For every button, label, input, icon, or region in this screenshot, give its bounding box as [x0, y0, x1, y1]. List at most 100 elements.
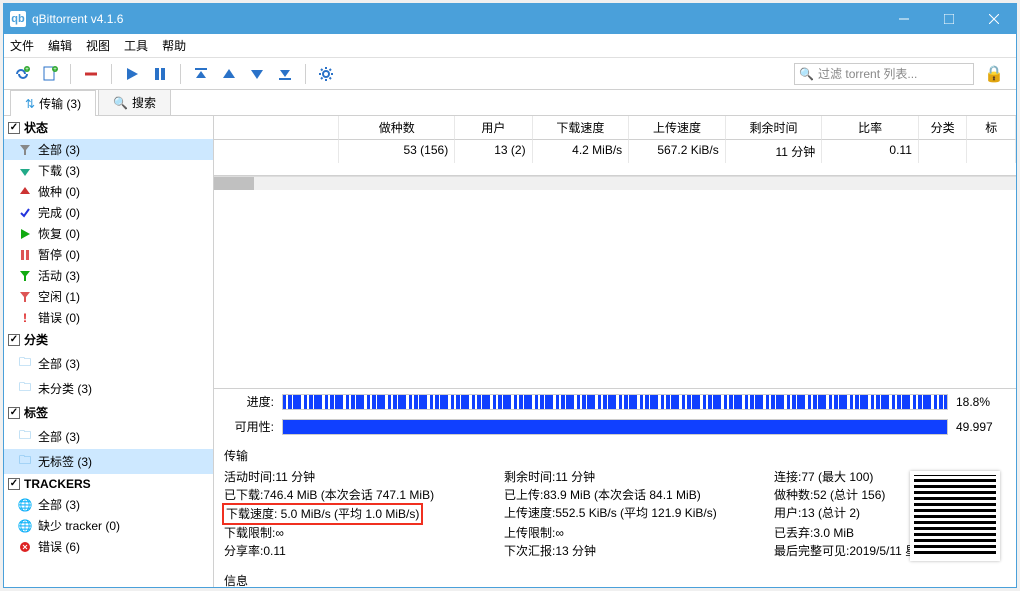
kv-pair: 已上传: 83.9 MiB (本次会话 84.1 MiB)	[504, 486, 774, 504]
sidebar-item-category-0[interactable]: 🗀全部 (3)	[4, 351, 213, 376]
sidebar-item-label: 错误 (0)	[38, 309, 80, 326]
pause-button[interactable]	[148, 62, 172, 86]
move-top-button[interactable]	[189, 62, 213, 86]
folder-icon: 🗀	[18, 378, 32, 399]
check-icon	[18, 207, 32, 219]
col-header[interactable]: 用户	[455, 116, 532, 140]
cell[interactable]	[919, 140, 968, 163]
kv-pair: 分享率: 0.11	[224, 542, 504, 560]
progress-label: 进度:	[224, 393, 274, 410]
col-header[interactable]: 比率	[822, 116, 919, 140]
sidebar-item-trackers-1[interactable]: 🌐缺少 tracker (0)	[4, 515, 213, 536]
progress-bar	[282, 394, 948, 410]
kv-pair: 已下载: 746.4 MiB (本次会话 747.1 MiB)	[224, 486, 504, 504]
cell[interactable]: 567.2 KiB/s	[629, 140, 726, 163]
sidebar-item-label: 做种 (0)	[38, 183, 80, 200]
col-header[interactable]	[214, 116, 339, 140]
menu-help[interactable]: 帮助	[162, 37, 186, 54]
move-up-button[interactable]	[217, 62, 241, 86]
progress-value: 18.8%	[956, 395, 1006, 409]
kv-pair: 下载速度: 5.0 MiB/s (平均 1.0 MiB/s)	[224, 504, 504, 524]
cell[interactable]: 53 (156)	[339, 140, 455, 163]
sidebar-item-label: 全部 (3)	[38, 355, 80, 372]
tab-transfer[interactable]: ⇅传输 (3)	[10, 90, 96, 116]
search-icon: 🔍	[799, 67, 814, 81]
cell[interactable]: 13 (2)	[455, 140, 532, 163]
sidebar-item-tags-0[interactable]: 🗀全部 (3)	[4, 424, 213, 449]
sidebar-item-trackers-0[interactable]: 🌐全部 (3)	[4, 494, 213, 515]
sidebar-item-status-6[interactable]: 活动 (3)	[4, 265, 213, 286]
close-button[interactable]	[971, 4, 1016, 34]
sidebar-item-label: 缺少 tracker (0)	[38, 517, 120, 534]
sidebar-item-status-1[interactable]: 下载 (3)	[4, 160, 213, 181]
col-header[interactable]: 分类	[919, 116, 968, 140]
availability-value: 49.997	[956, 420, 1006, 434]
menubar: 文件 编辑 视图 工具 帮助	[4, 34, 1016, 58]
sidebar-item-label: 完成 (0)	[38, 204, 80, 221]
kv-pair: 下载限制: ∞	[224, 524, 504, 542]
svg-text:+: +	[25, 67, 29, 73]
cell[interactable]: 11 分钟	[726, 140, 823, 163]
menu-view[interactable]: 视图	[86, 37, 110, 54]
col-header[interactable]: 剩余时间	[726, 116, 823, 140]
availability-label: 可用性:	[224, 418, 274, 435]
sidebar-group-tags[interactable]: ✓标签	[4, 401, 213, 424]
titlebar: qb qBittorrent v4.1.6	[4, 4, 1016, 34]
sidebar-item-status-3[interactable]: 完成 (0)	[4, 202, 213, 223]
settings-button[interactable]	[314, 62, 338, 86]
torrent-grid[interactable]: 做种数用户下载速度上传速度剩余时间比率分类标 53 (156)13 (2)4.2…	[214, 116, 1016, 176]
kv-pair: 上传限制: ∞	[504, 524, 774, 542]
h-scrollbar[interactable]	[214, 176, 1016, 190]
add-file-button[interactable]: +	[38, 62, 62, 86]
move-bottom-button[interactable]	[273, 62, 297, 86]
menu-file[interactable]: 文件	[10, 37, 34, 54]
kv-pair: 剩余时间: 11 分钟	[504, 468, 774, 486]
col-header[interactable]: 下载速度	[533, 116, 630, 140]
sidebar-item-status-4[interactable]: 恢复 (0)	[4, 223, 213, 244]
x-icon	[18, 541, 32, 553]
minimize-button[interactable]	[881, 4, 926, 34]
sidebar-item-trackers-2[interactable]: 错误 (6)	[4, 536, 213, 557]
menu-tools[interactable]: 工具	[124, 37, 148, 54]
resume-button[interactable]	[120, 62, 144, 86]
col-header[interactable]: 做种数	[339, 116, 455, 140]
cell[interactable]: 0.11	[822, 140, 919, 163]
maximize-button[interactable]	[926, 4, 971, 34]
sidebar-item-category-1[interactable]: 🗀未分类 (3)	[4, 376, 213, 401]
sidebar-group-category[interactable]: ✓分类	[4, 328, 213, 351]
svg-text:+: +	[53, 67, 57, 73]
add-link-button[interactable]: +	[10, 62, 34, 86]
play-icon	[18, 228, 32, 240]
col-header[interactable]: 上传速度	[629, 116, 726, 140]
sidebar-item-status-7[interactable]: 空闲 (1)	[4, 286, 213, 307]
filter-icon	[18, 291, 32, 303]
sidebar-item-status-0[interactable]: 全部 (3)	[4, 139, 213, 160]
col-header[interactable]: 标	[967, 116, 1016, 140]
remove-button[interactable]	[79, 62, 103, 86]
sidebar-item-label: 空闲 (1)	[38, 288, 80, 305]
main-tabs: ⇅传输 (3) 🔍搜索	[4, 90, 1016, 116]
menu-edit[interactable]: 编辑	[48, 37, 72, 54]
cell[interactable]	[967, 140, 1016, 163]
sidebar-item-status-2[interactable]: 做种 (0)	[4, 181, 213, 202]
sidebar-item-label: 全部 (3)	[38, 428, 80, 445]
transfer-section-title: 传输	[224, 447, 1006, 464]
sidebar-item-status-8[interactable]: !错误 (0)	[4, 307, 213, 328]
availability-bar	[282, 419, 948, 435]
lock-icon[interactable]: 🔒	[984, 64, 1004, 84]
tab-search[interactable]: 🔍搜索	[98, 89, 171, 115]
cell[interactable]: 4.2 MiB/s	[533, 140, 630, 163]
sidebar-group-status[interactable]: ✓状态	[4, 116, 213, 139]
move-down-button[interactable]	[245, 62, 269, 86]
pause-icon	[18, 249, 32, 261]
folder-icon: 🗀	[18, 451, 32, 472]
sidebar-item-label: 下载 (3)	[38, 162, 80, 179]
sidebar-group-trackers[interactable]: ✓TRACKERS	[4, 474, 213, 494]
qr-code-overlay	[910, 471, 1000, 561]
cell[interactable]	[214, 140, 339, 163]
info-section-title: 信息	[224, 572, 1006, 587]
filter-input[interactable]: 🔍 过滤 torrent 列表...	[794, 63, 974, 85]
sidebar-item-status-5[interactable]: 暂停 (0)	[4, 244, 213, 265]
filter-icon	[18, 270, 32, 282]
sidebar-item-tags-1[interactable]: 🗀无标签 (3)	[4, 449, 213, 474]
